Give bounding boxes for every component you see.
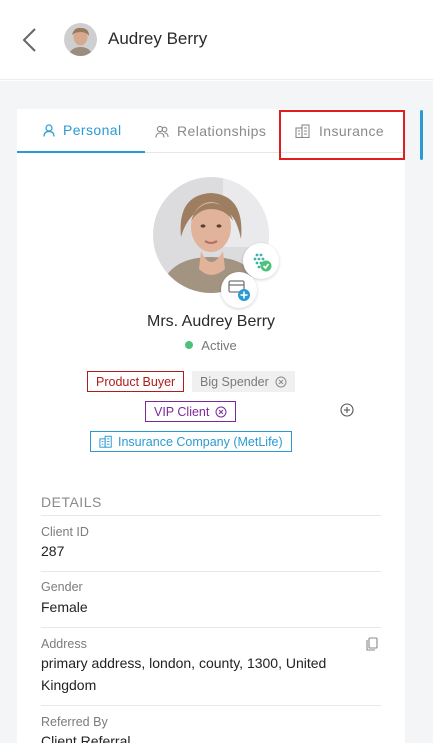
card-add-icon [228,280,250,301]
tab-label: Relationships [177,123,267,139]
divider [41,571,381,572]
top-bar: Audrey Berry [0,0,433,80]
building-icon [99,435,113,448]
avatar [64,23,97,56]
client-id-label: Client ID [41,525,89,539]
back-button[interactable] [14,24,44,56]
main-area: Personal Relationships Insurance Mrs. Au… [0,81,433,743]
add-tag-button[interactable] [340,403,354,422]
tag-insurance-company[interactable]: Insurance Company (MetLife) [90,431,292,452]
client-name: Audrey Berry [108,29,208,48]
tag-label: Big Spender [200,374,269,389]
tag-big-spender[interactable]: Big Spender [192,371,295,392]
referred-by-value: Client Referral [41,733,131,743]
tag-vip-client[interactable]: VIP Client [145,401,237,422]
gender-label: Gender [41,580,83,594]
copy-address-button[interactable] [366,637,378,656]
remove-tag-icon[interactable] [275,376,287,388]
referred-by-label: Referred By [41,715,108,729]
status-badge: Active [17,338,405,353]
add-card-button[interactable] [221,272,257,308]
building-icon [295,124,311,138]
tab-bar: Personal Relationships Insurance [17,109,405,153]
client-id-value: 287 [41,543,65,559]
tag-label: VIP Client [154,404,210,419]
profile-full-name: Mrs. Audrey Berry [146,313,276,330]
verified-badge [243,243,279,279]
tag-product-buyer[interactable]: Product Buyer [87,371,185,392]
verified-icon [253,253,272,272]
gender-value: Female [41,599,88,615]
scroll-indicator [420,110,423,160]
address-value: primary address, london, county, 1300, U… [41,655,327,693]
chevron-left-icon [22,28,36,52]
remove-tag-icon[interactable] [215,406,227,418]
divider [41,515,381,516]
details-heading: DETAILS [41,494,102,510]
user-icon [43,123,55,137]
plus-circle-icon [340,403,354,417]
tab-label: Personal [63,122,122,138]
tag-label: Product Buyer [96,374,176,389]
users-icon [155,125,169,138]
status-dot [185,341,194,349]
tag-label: Insurance Company (MetLife) [118,434,283,449]
address-label: Address [41,637,87,651]
copy-icon [366,637,378,651]
profile-card: Personal Relationships Insurance Mrs. Au… [17,109,405,743]
tab-label: Insurance [319,123,385,139]
divider [41,705,381,706]
tab-insurance[interactable]: Insurance [295,109,384,153]
divider [41,627,381,628]
tab-personal[interactable]: Personal [17,109,145,153]
status-text: Active [201,338,237,353]
tab-relationships[interactable]: Relationships [155,109,266,153]
